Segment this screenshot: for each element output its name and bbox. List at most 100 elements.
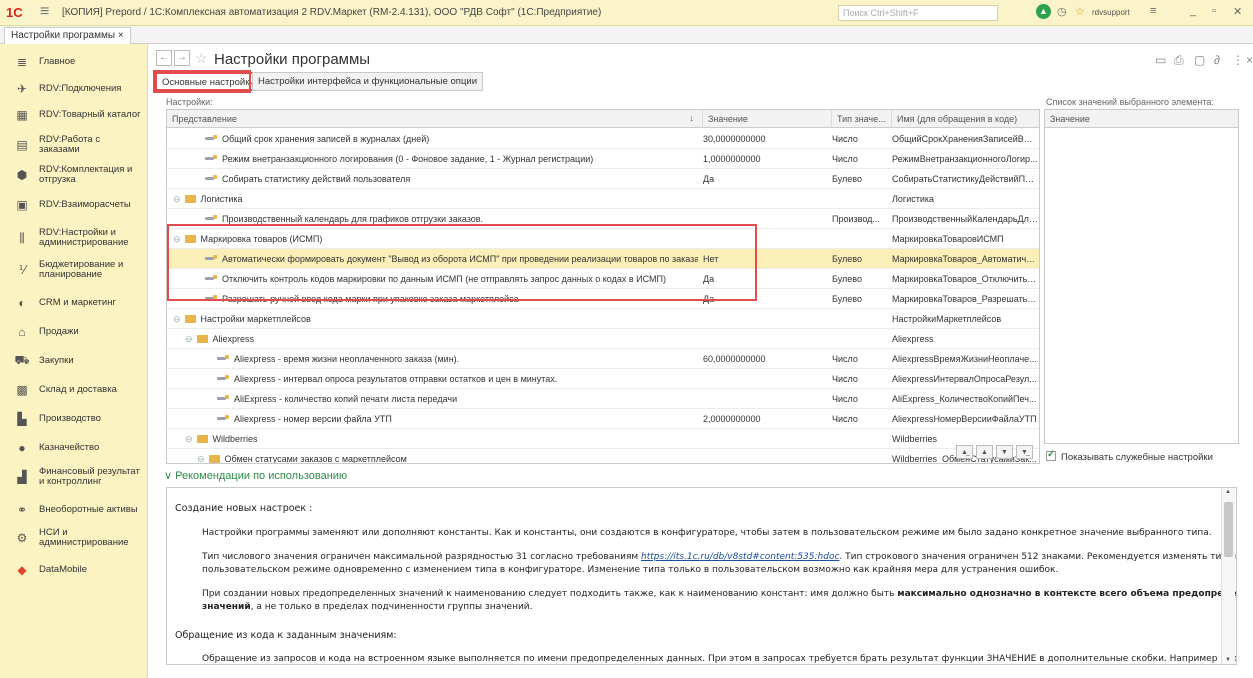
show-service-settings-checkbox[interactable]: Показывать служебные настройки: [1046, 449, 1213, 463]
favorites-icon[interactable]: ☆: [1075, 5, 1085, 18]
cell-type: Число: [832, 414, 858, 424]
table-group-row[interactable]: ⊖ Обмен статусами заказов с маркетплейсом…: [167, 449, 1039, 464]
folder-icon: [208, 455, 220, 463]
sidebar-item-orders[interactable]: ▤ RDV:Работа с заказами: [0, 135, 148, 155]
link-icon[interactable]: ∂: [1214, 53, 1220, 67]
user-name[interactable]: rdvsupport: [1092, 8, 1130, 17]
favorite-star-icon[interactable]: ☆: [195, 50, 208, 67]
scroll-up-button[interactable]: ▲: [976, 445, 993, 459]
scroll-down-arrow-icon[interactable]: ▼: [1225, 657, 1231, 663]
sidebar-item-crm[interactable]: ◐ CRM и маркетинг: [0, 295, 148, 311]
table-group-row[interactable]: ⊖ Логистика Логистика: [167, 189, 1039, 209]
sidebar-item-treasury[interactable]: ● Казначейство: [0, 440, 148, 456]
recommendations-scrollbar[interactable]: ▲ ▼: [1221, 488, 1235, 664]
minimize-icon[interactable]: _: [1190, 5, 1196, 17]
table-group-row[interactable]: ⊖ Настройки маркетплейсов НастройкиМаркетп…: [167, 309, 1039, 329]
table-row[interactable]: Режим внетранзакционного логирования (0 …: [167, 149, 1039, 169]
cell-name-text: Wildberries: [212, 434, 258, 444]
column-header-value[interactable]: Значение: [703, 110, 832, 128]
close-form-icon[interactable]: ×: [1246, 53, 1253, 67]
settings-menu-icon[interactable]: ≡: [1150, 5, 1156, 17]
maximize-icon[interactable]: ▫: [1212, 5, 1216, 17]
folder-icon: [184, 315, 196, 323]
recommendations-toggle[interactable]: ∨ Рекомендации по использованию: [164, 469, 347, 482]
highlight-main-settings-tab: [153, 70, 251, 93]
sidebar-item-datamobile[interactable]: ◆ DataMobile: [0, 562, 148, 578]
scroll-last-button[interactable]: ▼̲: [1016, 445, 1033, 459]
settings-label: Настройки:: [166, 97, 213, 107]
cell-name-text: Обмен статусами заказов с маркетплейсом: [224, 454, 407, 464]
scroll-up-arrow-icon[interactable]: ▲: [1225, 489, 1231, 495]
sections-sidebar: ≣ Главное ✈ RDV:Подключения ▦ RDV:Товарный …: [0, 44, 148, 678]
app-logo: 1С: [6, 5, 23, 20]
scroll-first-button[interactable]: ▲̲: [956, 445, 973, 459]
sidebar-item-admin[interactable]: ⫼ RDV:Настройки и администрирование: [0, 227, 148, 249]
table-row[interactable]: Aliexpress - номер версии файла УТП 2,000…: [167, 409, 1039, 429]
menu-icon: ≣: [16, 55, 28, 69]
cell-value: 30,0000000000: [703, 134, 766, 144]
search-input[interactable]: Поиск Ctrl+Shift+F: [838, 5, 998, 21]
table-row[interactable]: Aliexpress - интервал опроса результатов…: [167, 369, 1039, 389]
preview-icon[interactable]: ▢: [1194, 53, 1205, 67]
save-icon[interactable]: ▭: [1155, 53, 1166, 67]
sliders-icon: ⫼: [19, 230, 25, 245]
sidebar-item-budget[interactable]: ⅟ Бюджетирование и планирование: [0, 259, 148, 281]
table-group-row[interactable]: ⊖ Aliexpress Aliexpress: [167, 329, 1039, 349]
collapse-icon[interactable]: ⊖: [185, 334, 193, 344]
tab-program-settings[interactable]: Настройки программы ×: [4, 27, 131, 44]
column-header-representation[interactable]: Представление ↓: [167, 110, 703, 128]
sidebar-item-finresult[interactable]: ▟ Финансовый результат и контроллинг: [0, 466, 148, 488]
table-row[interactable]: Собирать статистику действий пользовател…: [167, 169, 1039, 189]
forward-button[interactable]: →: [174, 50, 190, 66]
cell-representation: Собирать статистику действий пользовател…: [167, 174, 698, 184]
warehouse-icon: ▩: [16, 383, 28, 397]
paragraph-naming: При создании новых предопределенных знач…: [202, 589, 1236, 599]
sidebar-item-production[interactable]: ▙ Производство: [0, 411, 148, 427]
sidebar-item-sales[interactable]: ⌂ Продажи: [0, 324, 148, 340]
print-icon[interactable]: ⎙: [1174, 53, 1184, 68]
cell-representation: Aliexpress - время жизни неоплаченного з…: [167, 354, 698, 364]
its-link[interactable]: https://its.1c.ru/db/v8std#content:535:h…: [641, 552, 839, 562]
scroll-down-button[interactable]: ▼: [996, 445, 1013, 459]
notifications-icon[interactable]: ▲: [1036, 4, 1051, 19]
column-header-value-list: Значение: [1045, 110, 1238, 128]
collapse-icon[interactable]: ⊖: [173, 194, 181, 204]
cell-name-text: Aliexpress: [212, 334, 255, 344]
window-title: [КОПИЯ] Prepord / 1С:Комплексная автомат…: [62, 7, 602, 18]
sidebar-item-packing[interactable]: ⬢ RDV:Комплектация и отгрузка: [0, 164, 148, 186]
cell-name-text: AliExpress - количество копий печати лис…: [234, 394, 458, 404]
table-row[interactable]: Aliexpress - время жизни неоплаченного з…: [167, 349, 1039, 369]
sidebar-item-catalog[interactable]: ▦ RDV:Товарный каталог: [0, 107, 148, 123]
cell-code-name: НастройкиМаркетплейсов: [892, 314, 1002, 324]
collapse-icon[interactable]: ⊖: [173, 314, 181, 324]
sidebar-item-settlements[interactable]: ▣ RDV:Взаиморасчеты: [0, 197, 148, 213]
main-menu-icon[interactable]: ≡: [40, 3, 49, 21]
table-group-row[interactable]: ⊖ Wildberries Wildberries: [167, 429, 1039, 449]
sidebar-item-warehouse[interactable]: ▩ Склад и доставка: [0, 382, 148, 398]
back-button[interactable]: ←: [156, 50, 172, 66]
sidebar-item-assets[interactable]: ⚭ Внеоборотные активы: [0, 502, 148, 518]
rocket-icon: ✈: [16, 82, 28, 96]
scrollbar-thumb[interactable]: [1224, 502, 1233, 557]
sidebar-item-connections[interactable]: ✈ RDV:Подключения: [0, 81, 148, 97]
cell-representation: ⊖ Логистика: [167, 194, 698, 205]
collapse-icon[interactable]: ⊖: [197, 454, 205, 463]
collapse-icon[interactable]: ⊖: [185, 434, 193, 444]
close-icon[interactable]: ✕: [1233, 5, 1242, 18]
table-row[interactable]: AliExpress - количество копий печати лис…: [167, 389, 1039, 409]
history-icon[interactable]: ◷: [1057, 5, 1067, 18]
sidebar-item-main[interactable]: ≣ Главное: [0, 54, 148, 70]
tab-interface-settings[interactable]: Настройки интерфейса и функциональные оп…: [252, 72, 484, 91]
column-header-code-name[interactable]: Имя (для обращения в коде): [892, 110, 1039, 128]
column-header-type[interactable]: Тип значе...: [832, 110, 892, 128]
cell-representation: ⊖ Настройки маркетплейсов: [167, 314, 698, 325]
sidebar-item-purchases[interactable]: ⛟ Закупки: [0, 353, 148, 369]
selected-values-list[interactable]: Значение: [1044, 109, 1239, 444]
sidebar-item-nsi[interactable]: ⚙ НСИ и администрирование: [0, 527, 148, 549]
cell-name-text: Aliexpress - время жизни неоплаченного з…: [234, 354, 460, 364]
sort-down-icon: ↓: [689, 113, 695, 123]
more-icon[interactable]: ⋮: [1232, 53, 1244, 67]
cell-name-text: Настройки маркетплейсов: [200, 314, 311, 324]
table-row[interactable]: Общий срок хранения записей в журналах (…: [167, 129, 1039, 149]
chart-icon: ▟: [17, 470, 27, 484]
